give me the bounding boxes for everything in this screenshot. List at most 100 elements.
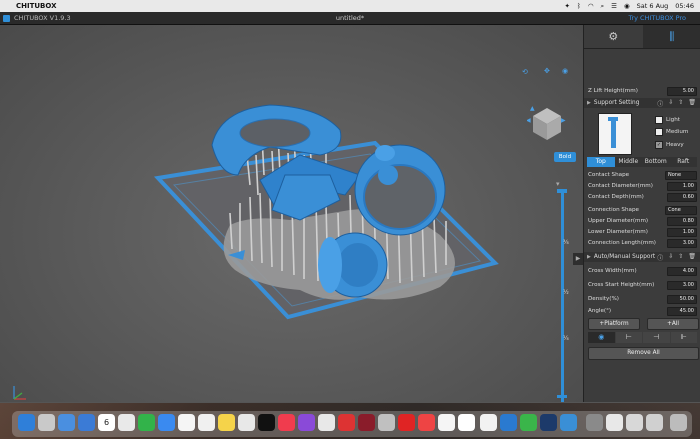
eye-icon[interactable]: ◉ xyxy=(562,67,568,75)
chrome-icon[interactable] xyxy=(238,414,255,431)
contact-diameter-input[interactable]: 1.00 xyxy=(667,182,697,191)
ebay-icon[interactable] xyxy=(438,414,455,431)
contact-depth-input[interactable]: 0.60 xyxy=(667,193,697,202)
tab-support[interactable]: ⫼ xyxy=(643,25,700,48)
connection-shape-select[interactable]: Cone xyxy=(665,206,697,215)
menubar-date[interactable]: Sat 6 Aug xyxy=(637,2,669,10)
export-icon[interactable]: ⇧ xyxy=(678,99,683,108)
delete-icon[interactable]: 🗑 xyxy=(688,253,696,262)
finder-icon[interactable] xyxy=(18,414,35,431)
connection-length-input[interactable]: 3.00 xyxy=(667,239,697,248)
add-platform-button[interactable]: +Platform xyxy=(588,318,640,330)
notes-icon[interactable] xyxy=(218,414,235,431)
preview-icon[interactable] xyxy=(318,414,335,431)
calendar-icon[interactable]: 6 xyxy=(98,414,115,431)
folder-icon[interactable] xyxy=(646,414,663,431)
angle-input[interactable]: 45.00 xyxy=(667,307,697,316)
app-icon-blue[interactable] xyxy=(560,414,577,431)
support-setting-header[interactable]: ▶ Support Setting ⓘ ⇩ ⇧ 🗑 xyxy=(584,98,700,108)
tab-bottom[interactable]: Bottom xyxy=(642,157,670,167)
podcasts-icon[interactable] xyxy=(298,414,315,431)
lower-diameter-input[interactable]: 1.00 xyxy=(667,228,697,237)
bold-mode-button[interactable]: Bold xyxy=(554,152,576,162)
view-cube[interactable]: ▲ ◀ ▶ xyxy=(527,100,567,145)
app-icon-red[interactable] xyxy=(338,414,355,431)
control-center-icon[interactable]: ☰ xyxy=(611,2,617,10)
facetime-icon[interactable] xyxy=(138,414,155,431)
light-option[interactable]: Light xyxy=(655,116,680,124)
slider-collapse-icon[interactable]: ▾ xyxy=(556,180,560,188)
tab-top[interactable]: Top xyxy=(587,157,615,167)
eye-icon[interactable]: ◉ xyxy=(588,332,615,343)
safari-icon[interactable] xyxy=(58,414,75,431)
remove-all-button[interactable]: Remove All xyxy=(588,347,699,360)
z-lift-input[interactable]: 5.00 xyxy=(667,87,697,96)
add-all-button[interactable]: +All xyxy=(647,318,699,330)
contact-shape-select[interactable]: None xyxy=(665,171,697,180)
app-menu[interactable]: CHITUBOX xyxy=(16,2,57,10)
wifi-icon[interactable]: ◠ xyxy=(588,2,594,10)
help-icon[interactable]: ⓘ xyxy=(657,99,663,108)
dropbox-icon[interactable]: ✦ xyxy=(564,2,569,10)
cross-start-height-row: Cross Start Height(mm) 3.00 xyxy=(588,281,697,289)
textedit-icon[interactable] xyxy=(480,414,497,431)
slider-mark-half: ½ xyxy=(563,289,569,296)
export-icon[interactable]: ⇧ xyxy=(678,253,683,262)
whatsapp-icon[interactable] xyxy=(520,414,537,431)
amazon-icon[interactable] xyxy=(458,414,475,431)
add-support-icon[interactable]: ⊢ xyxy=(616,332,643,343)
heavy-option[interactable]: ✓ Heavy xyxy=(655,141,684,149)
light-checkbox[interactable] xyxy=(655,116,663,124)
upper-diameter-input[interactable]: 0.80 xyxy=(667,217,697,226)
app-icon-maroon[interactable] xyxy=(358,414,375,431)
3d-viewport[interactable]: ▲ ◀ ▶ ⟲ ✥ ◉ Bold ▾ ¾ ½ ¼ ▶ xyxy=(0,25,583,402)
launchpad-icon[interactable] xyxy=(38,414,55,431)
help-app-icon[interactable] xyxy=(586,414,603,431)
link-support-icon[interactable]: ⊩ xyxy=(671,332,698,343)
screenshot-icon[interactable] xyxy=(606,414,623,431)
bluetooth-icon[interactable]: ᛒ xyxy=(577,2,581,10)
svg-text:▶: ▶ xyxy=(561,117,566,124)
title-bar: CHITUBOX V1.9.3 untitled* Try CHITUBOX P… xyxy=(0,12,700,25)
youtube-icon[interactable] xyxy=(398,414,415,431)
medium-checkbox[interactable] xyxy=(655,128,663,136)
cross-start-height-input[interactable]: 3.00 xyxy=(667,281,697,290)
try-pro-link[interactable]: Try CHITUBOX Pro xyxy=(628,14,686,22)
chitubox-dock-icon[interactable] xyxy=(500,414,517,431)
reminders-icon[interactable] xyxy=(198,414,215,431)
import-icon[interactable]: ⇩ xyxy=(668,99,673,108)
delete-icon[interactable]: 🗑 xyxy=(688,99,696,108)
cross-width-input[interactable]: 4.00 xyxy=(667,267,697,276)
density-row: Density(%) 50.00 xyxy=(588,295,697,303)
import-icon[interactable]: ⇩ xyxy=(668,253,673,262)
downloads-icon[interactable] xyxy=(626,414,643,431)
angle-label: Angle(°) xyxy=(588,308,667,314)
photos-icon[interactable] xyxy=(118,414,135,431)
density-input[interactable]: 50.00 xyxy=(667,295,697,304)
heavy-checkbox[interactable]: ✓ xyxy=(655,141,663,149)
rotate-icon[interactable]: ⟲ xyxy=(522,68,528,76)
tab-settings[interactable]: ⚙ xyxy=(584,25,643,48)
menubar-time[interactable]: 05:46 xyxy=(675,2,694,10)
trash-icon[interactable] xyxy=(670,414,687,431)
panel-collapse-button[interactable]: ▶ xyxy=(573,253,583,265)
mail-icon[interactable] xyxy=(78,414,95,431)
add-contact-icon[interactable]: ⊣ xyxy=(643,332,670,343)
scene-render[interactable] xyxy=(0,25,583,402)
pan-icon[interactable]: ✥ xyxy=(544,67,550,75)
siri-icon[interactable]: ◉ xyxy=(624,2,630,10)
tab-raft[interactable]: Raft xyxy=(670,157,698,167)
contact-shape-label: Contact Shape xyxy=(588,172,665,178)
apple-tv-icon[interactable] xyxy=(258,414,275,431)
app-icon-navy[interactable] xyxy=(540,414,557,431)
tab-middle[interactable]: Middle xyxy=(615,157,643,167)
app-icon-pink[interactable] xyxy=(418,414,435,431)
app-icon-grey[interactable] xyxy=(378,414,395,431)
music-icon[interactable] xyxy=(278,414,295,431)
search-icon[interactable]: ⌕ xyxy=(601,2,605,11)
contacts-icon[interactable] xyxy=(178,414,195,431)
auto-manual-header[interactable]: ▶ Auto/Manual Support ⓘ ⇩ ⇧ 🗑 xyxy=(584,252,700,262)
medium-option[interactable]: Medium xyxy=(655,128,688,136)
help-icon[interactable]: ⓘ xyxy=(657,253,663,262)
messages-icon[interactable] xyxy=(158,414,175,431)
